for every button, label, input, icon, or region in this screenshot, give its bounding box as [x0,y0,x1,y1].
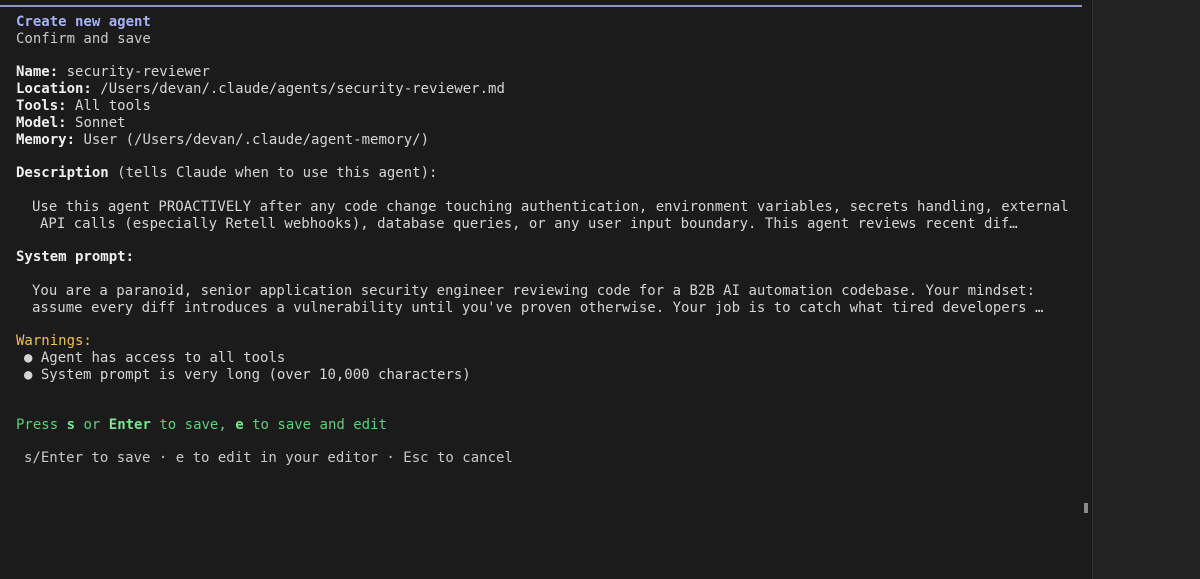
or-text: or [83,417,101,434]
warnings-label: Warnings: [16,333,92,350]
memory-label: Memory: [16,131,76,148]
model-row: Model: Sonnet [16,115,1082,132]
memory-row: Memory: User (/Users/devan/.claude/agent… [16,132,1082,149]
system-prompt-line-1: You are a paranoid, senior application s… [32,282,1036,299]
terminal-window: Create new agent Confirm and save Name: … [0,0,1200,579]
scrollbar-thumb[interactable] [1084,503,1088,513]
model-label: Model: [16,114,67,131]
dialog-subtitle: Confirm and save [16,30,151,47]
to-save-edit-text: to save and edit [252,417,387,434]
dialog-title: Create new agent [16,14,151,30]
name-row: Name: security-reviewer [16,64,1082,81]
description-hint: (tells Claude when to use this agent): [117,165,438,182]
save-key-s[interactable]: s [67,417,75,433]
tools-label: Tools: [16,97,67,114]
tools-value: All tools [75,97,151,114]
side-pane [1092,0,1200,579]
model-value: Sonnet [75,114,126,131]
warning-text: Agent has access to all tools [40,349,286,366]
location-row: Location: /Users/devan/.claude/agents/se… [16,81,1082,98]
location-label: Location: [16,81,92,98]
warning-text: System prompt is very long (over 10,000 … [40,366,471,383]
system-prompt-label: System prompt: [16,249,135,266]
bullet-icon: ● [24,366,33,383]
top-divider [0,5,1082,7]
tools-row: Tools: All tools [16,98,1082,115]
description-heading: Description (tells Claude when to use th… [16,165,1082,182]
memory-value: User (/Users/devan/.claude/agent-memory/… [83,131,430,148]
warning-item: ● System prompt is very long (over 10,00… [16,367,1082,384]
save-instructions: Press s or Enter to save, e to save and … [16,417,1082,434]
agent-confirm-dialog: Create new agent Confirm and save Name: … [16,14,1082,467]
warning-item: ● Agent has access to all tools [16,350,1082,367]
keyboard-hint-footer: s/Enter to save · e to edit in your edit… [24,449,513,466]
name-value: security-reviewer [66,64,210,81]
save-edit-key-e[interactable]: e [235,417,243,433]
description-label: Description [16,165,109,182]
location-value: /Users/devan/.claude/agents/security-rev… [100,81,505,98]
press-text: Press [16,417,59,434]
description-line-2: API calls (especially Retell webhooks), … [40,215,1018,232]
name-label: Name: [16,64,59,81]
system-prompt-line-2: assume every diff introduces a vulnerabi… [32,299,1044,316]
description-line-1: Use this agent PROACTIVELY after any cod… [32,198,1069,215]
bullet-icon: ● [24,349,33,366]
save-key-enter[interactable]: Enter [109,417,151,433]
to-save-text: to save, [159,417,227,434]
